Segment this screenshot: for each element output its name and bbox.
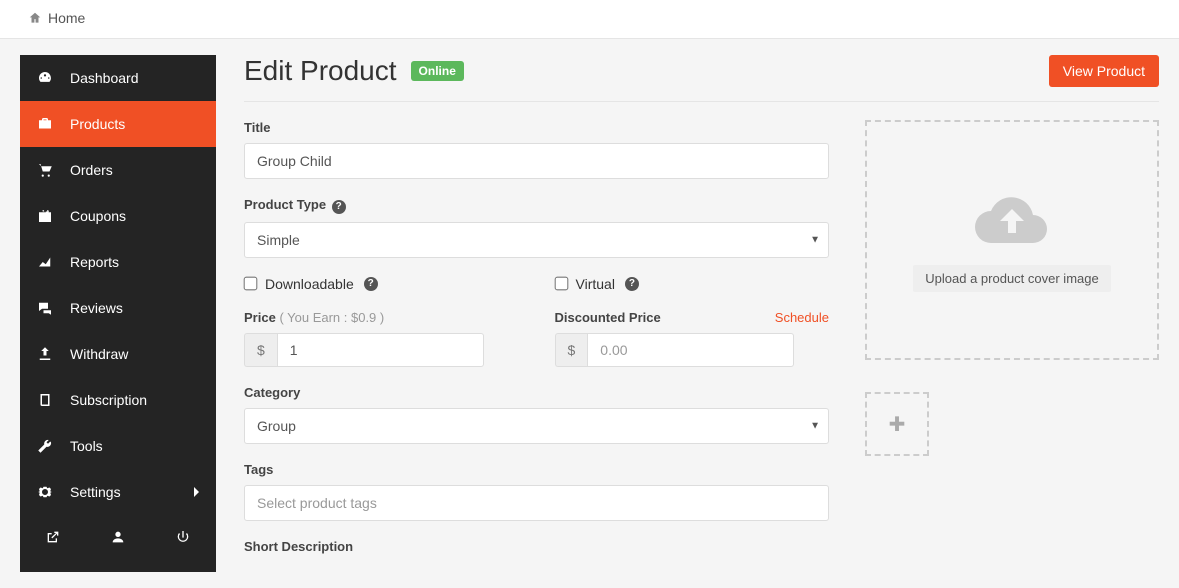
help-icon[interactable]: ? xyxy=(332,200,346,214)
main-content: Edit Product Online View Product Title P… xyxy=(244,55,1159,572)
sidebar-item-label: Dashboard xyxy=(70,70,200,86)
title-input[interactable] xyxy=(244,143,829,179)
caret-down-icon: ▼ xyxy=(810,420,820,431)
downloadable-checkbox[interactable] xyxy=(244,277,258,291)
virtual-label: Virtual xyxy=(576,276,615,292)
sidebar-item-label: Products xyxy=(70,116,200,132)
sidebar-item-orders[interactable]: Orders xyxy=(20,147,216,193)
caret-down-icon: ▼ xyxy=(810,234,820,245)
breadcrumb-home-label: Home xyxy=(48,10,85,26)
downloadable-label: Downloadable xyxy=(265,276,354,292)
sidebar-item-label: Tools xyxy=(70,438,200,454)
help-icon[interactable]: ? xyxy=(625,277,639,291)
sidebar-item-label: Coupons xyxy=(70,208,200,224)
help-icon[interactable]: ? xyxy=(364,277,378,291)
sidebar-item-label: Subscription xyxy=(70,392,200,408)
cloud-upload-icon xyxy=(971,189,1053,251)
sidebar-item-dashboard[interactable]: Dashboard xyxy=(20,55,216,101)
short-description-label: Short Description xyxy=(244,539,829,554)
user-button[interactable] xyxy=(85,515,150,559)
title-label: Title xyxy=(244,120,829,135)
virtual-checkbox[interactable] xyxy=(554,277,568,291)
currency-addon: $ xyxy=(555,333,588,367)
add-image-button[interactable]: ✚ xyxy=(865,392,929,456)
category-select[interactable]: Group ▼ xyxy=(244,408,829,444)
currency-addon: $ xyxy=(244,333,277,367)
status-badge: Online xyxy=(411,61,464,81)
external-link-button[interactable] xyxy=(20,515,85,559)
category-label: Category xyxy=(244,385,829,400)
sidebar-item-reports[interactable]: Reports xyxy=(20,239,216,285)
view-product-button[interactable]: View Product xyxy=(1049,55,1159,87)
sidebar-item-label: Reviews xyxy=(70,300,200,316)
sidebar-item-label: Reports xyxy=(70,254,200,270)
sidebar-item-settings[interactable]: Settings xyxy=(20,469,216,515)
sidebar-item-withdraw[interactable]: Withdraw xyxy=(20,331,216,377)
product-type-label: Product Type ? xyxy=(244,197,829,214)
price-label: Price ( You Earn : $0.9 ) xyxy=(244,310,519,325)
sidebar-item-reviews[interactable]: Reviews xyxy=(20,285,216,331)
upload-icon xyxy=(36,345,54,363)
page-header: Edit Product Online View Product xyxy=(244,55,1159,102)
right-panel: Upload a product cover image ✚ xyxy=(865,120,1159,572)
tags-label: Tags xyxy=(244,462,829,477)
sidebar-item-subscription[interactable]: Subscription xyxy=(20,377,216,423)
page-title: Edit Product xyxy=(244,55,397,87)
form-area: Title Product Type ? Simple ▼ xyxy=(244,120,829,572)
discounted-price-input[interactable] xyxy=(587,333,794,367)
home-icon xyxy=(28,11,42,25)
product-type-select[interactable]: Simple ▼ xyxy=(244,222,829,258)
discounted-label: Discounted Price xyxy=(555,310,661,325)
power-button[interactable] xyxy=(151,515,216,559)
comments-icon xyxy=(36,299,54,317)
cart-icon xyxy=(36,161,54,179)
dashboard-icon xyxy=(36,69,54,87)
book-icon xyxy=(36,391,54,409)
gift-icon xyxy=(36,207,54,225)
breadcrumb-home-link[interactable]: Home xyxy=(28,10,85,26)
cover-image-upload[interactable]: Upload a product cover image xyxy=(865,120,1159,360)
sidebar-item-products[interactable]: Products xyxy=(20,101,216,147)
price-input[interactable] xyxy=(277,333,484,367)
sidebar-footer xyxy=(20,515,216,559)
breadcrumb: Home xyxy=(0,0,1179,39)
schedule-link[interactable]: Schedule xyxy=(775,310,829,325)
briefcase-icon xyxy=(36,115,54,133)
sidebar-item-label: Withdraw xyxy=(70,346,200,362)
upload-text: Upload a product cover image xyxy=(913,265,1110,292)
sidebar-item-label: Settings xyxy=(70,484,176,500)
sidebar-item-coupons[interactable]: Coupons xyxy=(20,193,216,239)
sidebar-item-label: Orders xyxy=(70,162,200,178)
chevron-right-icon xyxy=(192,486,200,498)
plus-icon: ✚ xyxy=(889,412,906,437)
tags-input[interactable]: Select product tags xyxy=(244,485,829,521)
gear-icon xyxy=(36,483,54,501)
sidebar: Dashboard Products Orders Coupons Report… xyxy=(20,55,216,572)
wrench-icon xyxy=(36,437,54,455)
chart-icon xyxy=(36,253,54,271)
sidebar-item-tools[interactable]: Tools xyxy=(20,423,216,469)
